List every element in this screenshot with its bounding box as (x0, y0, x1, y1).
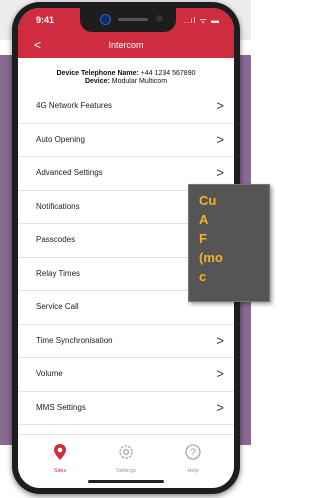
menu-item-label: Advanced Settings (36, 168, 103, 177)
gear-icon (119, 445, 133, 459)
chevron-right-icon: > (216, 332, 224, 348)
page-title: Intercom (108, 40, 144, 50)
sensor-icon (156, 15, 163, 22)
chevron-right-icon: > (216, 165, 224, 180)
tab-sites[interactable]: Sites (40, 443, 80, 474)
nav-bar: < Intercom (18, 34, 234, 58)
status-time: 9:41 (36, 15, 55, 25)
chevron-right-icon: > (216, 366, 224, 381)
chevron-right-icon: > (216, 98, 224, 113)
menu-item-label: 4G Network Features (36, 101, 113, 110)
menu-item-label: MMS Settings (36, 402, 86, 412)
device-phone-value: +44 1234 567890 (140, 70, 196, 77)
annotation-callout: Cu A F (mo c (188, 184, 270, 302)
tab-label: Help (187, 468, 199, 474)
svg-text:?: ? (190, 448, 196, 459)
device-info: Device Telephone Name: +44 1234 567890 D… (18, 70, 234, 86)
chevron-right-icon: > (216, 131, 224, 147)
camera-icon (100, 14, 111, 25)
location-pin-icon (54, 444, 66, 460)
menu-item-label: Service Call (36, 302, 79, 311)
menu-item-label: Notifications (36, 201, 80, 211)
callout-text: Cu A F (mo c (199, 193, 223, 284)
chevron-right-icon: > (216, 399, 224, 415)
menu-item-time-synchronisation[interactable]: Time Synchronisation > (18, 325, 234, 358)
menu-item-4g-network-features[interactable]: 4G Network Features > (18, 90, 234, 124)
device-phone-label: Device Telephone Name: (56, 70, 139, 77)
tab-label: Sites (53, 468, 67, 474)
menu-item-label: Relay Times (36, 268, 81, 278)
question-icon: ? (185, 444, 201, 460)
menu-item-label: Volume (36, 369, 63, 378)
tab-settings[interactable]: Settings (106, 443, 146, 474)
device-phone-line: Device Telephone Name: +44 1234 567890 (18, 70, 234, 78)
menu-item-label: Time Synchronisation (36, 335, 113, 345)
tab-label: Settings (116, 468, 136, 474)
device-model-line: Device: Modular Multicom (18, 78, 234, 86)
tab-help[interactable]: ? Help (173, 443, 213, 474)
menu-item-auto-opening[interactable]: Auto Opening > (18, 124, 234, 157)
menu-item-label: Passcodes (36, 235, 76, 244)
device-model-label: Device: (84, 78, 110, 85)
system-icons: ..ıl ᯤ ▬ (183, 16, 220, 25)
device-model-value: Modular Multicom (111, 78, 168, 85)
menu-item-label: Auto Opening (36, 134, 85, 144)
speaker-icon (118, 18, 148, 21)
home-indicator (88, 480, 164, 483)
menu-item-volume[interactable]: Volume > (18, 358, 234, 392)
menu-item-mms-settings[interactable]: MMS Settings > (18, 392, 234, 425)
phone-notch (80, 8, 176, 32)
